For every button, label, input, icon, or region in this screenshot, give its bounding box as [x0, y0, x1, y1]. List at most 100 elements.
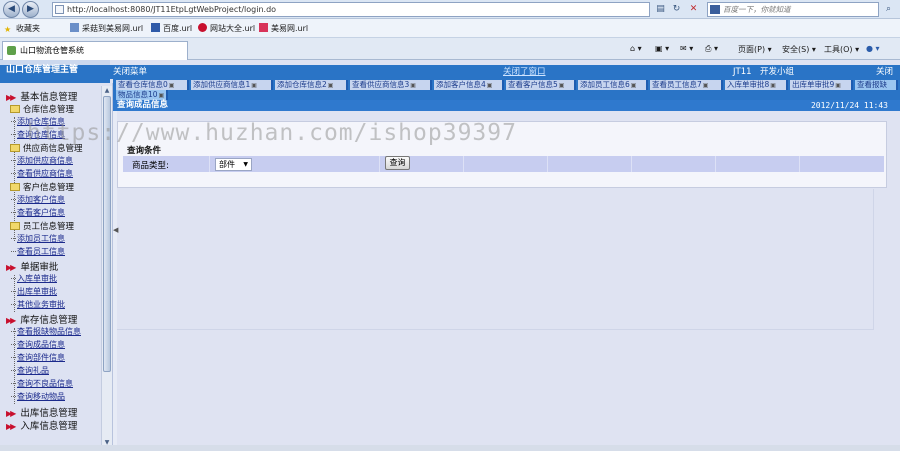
url-input[interactable]: http://localhost:8080/JT11EtpLgtWebProje…	[52, 2, 650, 17]
page-tab-10[interactable]: 查看报缺	[855, 80, 898, 90]
tab-title: 山口物流仓管系统	[20, 46, 84, 55]
tab-close-icon[interactable]: ▣	[631, 82, 637, 89]
stop-icon[interactable]: ✕	[687, 3, 700, 16]
search-go-icon[interactable]: ⌕	[882, 3, 895, 16]
page-tab-6[interactable]: 添加员工信息6▣	[578, 80, 648, 90]
nav-link-view-customer[interactable]: 查看客户信息	[11, 207, 65, 218]
folder-icon	[10, 105, 20, 113]
nav-link-query-moved[interactable]: 查询移动物品	[11, 391, 65, 402]
compat-icon[interactable]: ▤	[654, 3, 667, 16]
tab-close-icon[interactable]: ▣	[251, 82, 257, 89]
expand-arrow-icon: ▶▶	[6, 93, 16, 102]
nav-folder-customer[interactable]: 客户信息管理	[10, 181, 74, 193]
datetime: 2012/11/24 11:43	[810, 101, 888, 110]
forward-button[interactable]: ▶	[22, 1, 39, 18]
cell-divider	[463, 156, 464, 172]
tab-close-icon[interactable]: ▣	[410, 82, 416, 89]
scroll-up-icon[interactable]: ▲	[103, 87, 111, 95]
mail-icon[interactable]: ✉ ▾	[680, 44, 693, 53]
nav-link-query-products[interactable]: 查询成品信息	[11, 339, 65, 350]
nav-group-basic[interactable]: ▶▶ 基本信息管理	[6, 89, 77, 103]
search-engine-icon	[710, 5, 720, 14]
favorite-link-1[interactable]: 采菇到美易网.url	[70, 23, 143, 34]
page-title: 查询成品信息	[117, 100, 169, 110]
nav-link-view-supplier[interactable]: 查看供应商信息	[11, 168, 73, 179]
page-tab-0[interactable]: 查看仓库信息0▣	[116, 80, 189, 90]
page-tab-7[interactable]: 查看员工信息7▣	[650, 80, 723, 90]
page-tab-9[interactable]: 出库单审批9▣	[790, 80, 853, 90]
page-tab-8[interactable]: 入库单审批8▣	[725, 80, 788, 90]
print-icon[interactable]: ⎙ ▾	[705, 44, 718, 54]
close-window-link[interactable]: 关闭了窗口	[503, 65, 546, 79]
nav-link-query-defects[interactable]: 查询不良品信息	[11, 378, 73, 389]
tab-close-icon[interactable]: ▣	[559, 82, 565, 89]
query-row: 商品类型: 部件 ▼ 查询	[123, 156, 884, 172]
query-button[interactable]: 查询	[385, 156, 410, 170]
favorite-link-4[interactable]: 美易网.url	[259, 23, 308, 34]
nav-folder-warehouse[interactable]: 仓库信息管理	[10, 103, 74, 115]
tab-close-icon[interactable]: ▣	[159, 92, 165, 99]
tab-close-icon[interactable]: ▣	[703, 82, 709, 89]
search-input[interactable]: 百度一下，你就知道	[707, 2, 879, 17]
expand-arrow-icon: ▶▶	[6, 422, 16, 431]
folder-icon	[10, 183, 20, 191]
expand-arrow-icon: ▶▶	[6, 316, 16, 325]
product-type-label: 商品类型:	[132, 161, 169, 171]
close-link[interactable]: 关闭	[876, 65, 893, 79]
page-tab-4[interactable]: 添加客户信息4▣	[434, 80, 504, 90]
back-button[interactable]: ◀	[3, 1, 20, 18]
watermark: https://www.huzhan.com/ishop39397	[27, 120, 517, 146]
favorites-button[interactable]: ★ 收藏夹	[4, 23, 40, 34]
nav-link-other-approval[interactable]: 其他业务审批	[11, 299, 65, 310]
nav-folder-employee[interactable]: 员工信息管理	[10, 220, 74, 232]
nav-link-query-parts[interactable]: 查询部件信息	[11, 352, 65, 363]
feeds-icon[interactable]: ▣ ▾	[655, 44, 669, 53]
nav-group-inventory[interactable]: ▶▶ 库存信息管理	[6, 312, 77, 326]
link-icon	[70, 23, 79, 32]
nav-group-outbound[interactable]: ▶▶ 出库信息管理	[6, 405, 77, 419]
nav-link-add-supplier[interactable]: 添加供应商信息	[11, 155, 73, 166]
nav-link-inbound-approval[interactable]: 入库单审批	[11, 273, 57, 284]
tab-close-icon[interactable]: ▣	[169, 82, 175, 89]
favorites-bar: ★ 收藏夹 采菇到美易网.url 百度.url 网站大全.url 美易网.url	[0, 19, 900, 38]
tab-close-icon[interactable]: ▣	[328, 82, 334, 89]
close-menu-link[interactable]: 关闭菜单	[113, 65, 147, 79]
favorite-link-2[interactable]: 百度.url	[151, 23, 192, 34]
favorite-link-3[interactable]: 网站大全.url	[198, 23, 255, 34]
link-icon	[259, 23, 268, 32]
url-text: http://localhost:8080/JT11EtpLgtWebProje…	[67, 5, 277, 14]
page-menu[interactable]: 页面(P) ▾	[738, 44, 772, 55]
page-tab-3[interactable]: 查看供应商信息3▣	[350, 80, 432, 90]
page-icon	[55, 5, 64, 14]
page-tab-10-cont[interactable]: 物品信息10▣	[116, 90, 168, 100]
address-bar: ◀ ▶ http://localhost:8080/JT11EtpLgtWebP…	[0, 0, 900, 19]
home-icon[interactable]: ⌂ ▾	[630, 44, 642, 53]
help-icon[interactable]: ● ▾	[866, 44, 880, 53]
product-type-select[interactable]: 部件 ▼	[215, 158, 252, 171]
tab-close-icon[interactable]: ▣	[487, 82, 493, 89]
nav-link-shortage-items[interactable]: 查看报缺物品信息	[11, 326, 81, 337]
page-tab-2[interactable]: 添加仓库信息2▣	[275, 80, 348, 90]
tab-close-icon[interactable]: ▣	[835, 82, 841, 89]
nav-link-add-customer[interactable]: 添加客户信息	[11, 194, 65, 205]
page-tab-5[interactable]: 查看客户信息5▣	[506, 80, 576, 90]
folder-icon	[10, 222, 20, 230]
safety-menu[interactable]: 安全(S) ▾	[782, 44, 816, 55]
page-tab-1[interactable]: 添加供应商信息1▣	[191, 80, 273, 90]
cell-divider	[547, 156, 548, 172]
tools-menu[interactable]: 工具(O) ▾	[824, 44, 859, 55]
nav-link-add-employee[interactable]: 添加员工信息	[11, 233, 65, 244]
expand-arrow-icon: ▶▶	[6, 409, 16, 418]
nav-link-query-gifts[interactable]: 查询礼品	[11, 365, 49, 376]
nav-link-outbound-approval[interactable]: 出库单审批	[11, 286, 57, 297]
browser-tab[interactable]: 山口物流仓管系统	[2, 41, 188, 60]
tab-close-icon[interactable]: ▣	[770, 82, 776, 89]
cell-divider	[799, 156, 800, 172]
status-bar	[0, 445, 900, 451]
nav-group-approval[interactable]: ▶▶ 单据审批	[6, 259, 58, 273]
nav-group-inbound[interactable]: ▶▶ 入库信息管理	[6, 418, 77, 432]
app-frame: 山口仓库管理主管 关闭菜单 关闭了窗口 JT11 开发小组 关闭 查看仓库信息0…	[0, 60, 900, 451]
nav-link-view-employee[interactable]: 查看员工信息	[11, 246, 65, 257]
browser-tab-bar: 山口物流仓管系统 ⌂ ▾ ▣ ▾ ✉ ▾ ⎙ ▾ 页面(P) ▾ 安全(S) ▾…	[0, 38, 900, 60]
refresh-icon[interactable]: ↻	[670, 3, 683, 16]
